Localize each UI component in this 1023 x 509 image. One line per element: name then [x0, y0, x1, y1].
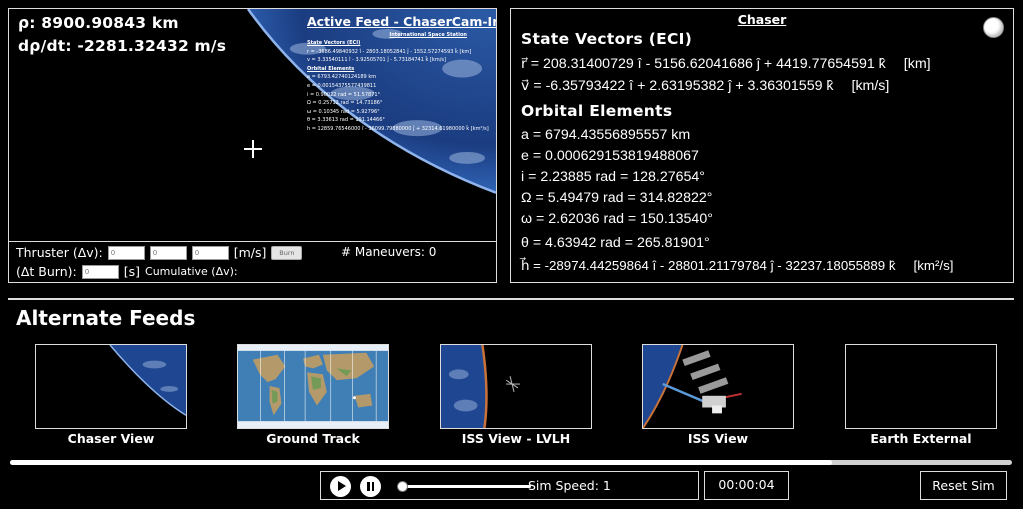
alternate-feeds-title: Alternate Feeds: [16, 306, 196, 330]
feed-thumb-iss-view-lvlh[interactable]: [440, 344, 592, 429]
h-vector-value: h⃗ = -28974.44259864 î - 28801.21179784 …: [521, 258, 896, 273]
overlay-h-vector: h = 12859.76546000 î - 36099.79880000 ĵ …: [307, 125, 489, 132]
play-icon[interactable]: [330, 476, 351, 497]
burn-duration-input[interactable]: [81, 264, 119, 279]
active-feed-panel: ρ: 8900.90843 km dρ/dt: -2281.32432 m/s …: [8, 8, 497, 283]
overlay-true-anomaly: θ = 3.33613 rad = 191.14466°: [307, 117, 385, 124]
overlay-raan: Ω = 0.25712 rad = 14.73186°: [307, 100, 383, 107]
overlay-v-vector: v = 3.33540111 î - 3.92505701 ĵ - 5.7318…: [307, 57, 446, 64]
sim-speed-slider[interactable]: [397, 480, 531, 492]
inclination: i = 2.23885 rad = 128.27654°: [521, 169, 705, 185]
r-vector-value: r⃗ = 208.31400729 î - 5156.62041686 ĵ + …: [521, 56, 886, 72]
thruster-control-bar: Thruster (Δv): [m/s] Burn # Maneuvers: 0…: [9, 241, 496, 282]
state-vectors-heading: State Vectors (ECI): [521, 30, 693, 48]
sim-speed-label: Sim Speed: 1: [528, 478, 611, 493]
dv-z-input[interactable]: [191, 245, 229, 260]
chaser-toggle-button[interactable]: [983, 17, 1004, 38]
overlay-semi-major-axis: a = 6793.42740124189 km: [307, 74, 377, 81]
simulation-progress-fill: [10, 460, 832, 465]
world-map-thumbnail: [238, 345, 388, 428]
active-feed-overlay: Active Feed - ChaserCam-Inertial Interna…: [307, 14, 496, 134]
feed-label-iss-view[interactable]: ISS View: [642, 431, 794, 446]
true-anomaly: θ = 4.63942 rad = 265.81901°: [521, 235, 710, 251]
pause-icon[interactable]: [360, 476, 381, 497]
active-feed-title: Active Feed - ChaserCam-Inertial: [307, 14, 496, 29]
overlay-r-vector: r = -3686.49840932 î - 2803.18052841 ĵ -…: [307, 48, 472, 55]
r-vector-row: r⃗ = 208.31400729 î - 5156.62041686 ĵ + …: [521, 56, 931, 72]
iss-closeup-thumbnail: [643, 345, 742, 428]
burn-duration-label: (Δt Burn):: [16, 264, 77, 279]
sim-speed-slider-thumb[interactable]: [397, 480, 408, 492]
overlay-orbital-elements-heading: Orbital Elements: [307, 65, 355, 72]
feed-thumb-chaser-view[interactable]: [35, 344, 187, 429]
overlay-inclination: i = 0.90022 rad = 51.57871°: [307, 91, 381, 98]
burn-duration-unit: [s]: [123, 264, 141, 279]
feed-thumb-earth-external[interactable]: [845, 344, 997, 429]
h-vector-unit: [km²/s]: [913, 258, 954, 273]
v-vector-value: v⃗ = -6.35793422 î + 2.63195382 ĵ + 3.36…: [521, 78, 834, 94]
arg-periapsis: ω = 2.62036 rad = 150.13540°: [521, 211, 713, 227]
r-vector-unit: [km]: [903, 56, 931, 72]
semi-major-axis: a = 6794.43556895557 km: [521, 127, 691, 143]
overlay-state-vectors-heading: State Vectors (ECI): [307, 40, 361, 46]
feed-label-earth-external[interactable]: Earth External: [845, 431, 997, 446]
section-divider: [8, 298, 1014, 300]
reset-sim-button[interactable]: Reset Sim: [920, 471, 1007, 500]
dv-unit-label: [m/s]: [233, 245, 267, 260]
feed-label-chaser-view[interactable]: Chaser View: [35, 431, 187, 446]
feed-thumb-iss-view[interactable]: [642, 344, 794, 429]
dv-y-input[interactable]: [149, 245, 187, 260]
earth-limb-thumbnail: [109, 345, 186, 416]
dv-x-input[interactable]: [107, 245, 145, 260]
range-rate-readout: dρ/dt: -2281.32432 m/s: [18, 37, 227, 55]
playback-controls: Sim Speed: 1: [320, 471, 699, 500]
h-vector-row: h⃗ = -28974.44259864 î - 28801.21179784 …: [521, 258, 953, 274]
sim-clock: 00:00:04: [704, 471, 789, 500]
chaser-panel-title: Chaser: [737, 12, 787, 27]
cumulative-dv-label: Cumulative (Δv):: [145, 265, 238, 278]
overlay-eccentricity: e = 0.00154375577439811: [307, 82, 377, 89]
thruster-label: Thruster (Δv):: [16, 245, 103, 260]
feed-label-iss-view-lvlh[interactable]: ISS View - LVLH: [440, 431, 592, 446]
eccentricity: e = 0.000629153819488067: [521, 148, 699, 164]
overlay-target-name: International Space Station: [389, 32, 467, 38]
feed-thumb-ground-track[interactable]: [237, 344, 389, 429]
simulation-progress-bar[interactable]: [10, 460, 1012, 465]
burn-button[interactable]: Burn: [271, 245, 303, 260]
overlay-arg-periapsis: ω = 0.10345 rad = 5.92796°: [307, 108, 380, 115]
range-readout: ρ: 8900.90843 km: [18, 14, 179, 32]
feed-label-ground-track[interactable]: Ground Track: [237, 431, 389, 446]
raan: Ω = 5.49479 rad = 314.82822°: [521, 190, 713, 206]
iss-lvlh-thumbnail: [441, 345, 520, 428]
crosshair-icon: [244, 140, 262, 158]
maneuver-count: # Maneuvers: 0: [341, 245, 437, 259]
chaser-info-panel: Chaser State Vectors (ECI) r⃗ = 208.3140…: [510, 8, 1014, 283]
orbital-elements-heading: Orbital Elements: [521, 102, 673, 120]
v-vector-unit: [km/s]: [851, 78, 890, 94]
v-vector-row: v⃗ = -6.35793422 î + 2.63195382 ĵ + 3.36…: [521, 78, 889, 94]
